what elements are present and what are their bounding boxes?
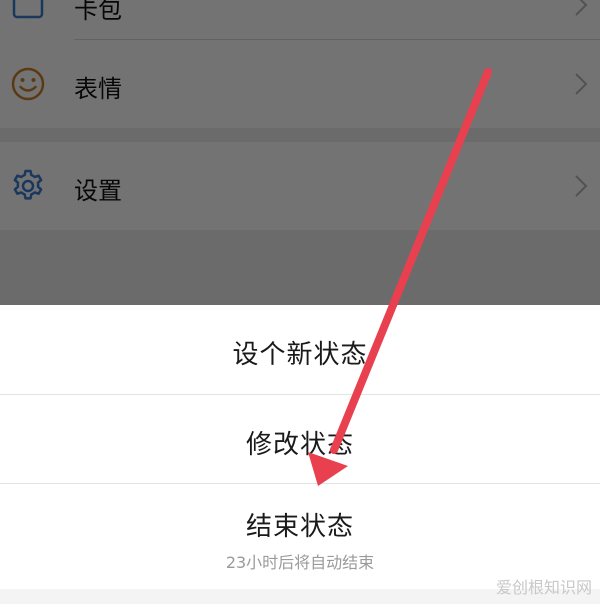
action-title: 设个新状态	[232, 340, 368, 370]
auto-end-hint: 23小时后将自动结束	[225, 553, 375, 572]
action-title: 修改状态	[245, 430, 354, 460]
edit-status-button[interactable]: 修改状态	[0, 395, 600, 483]
set-new-status-button[interactable]: 设个新状态	[0, 305, 600, 394]
status-action-sheet: 设个新状态 修改状态 结束状态 23小时后将自动结束	[0, 305, 600, 604]
screen: 卡包 表情	[0, 0, 600, 604]
action-title: 结束状态	[245, 512, 354, 542]
site-watermark: 爱创根知识网	[495, 578, 592, 597]
